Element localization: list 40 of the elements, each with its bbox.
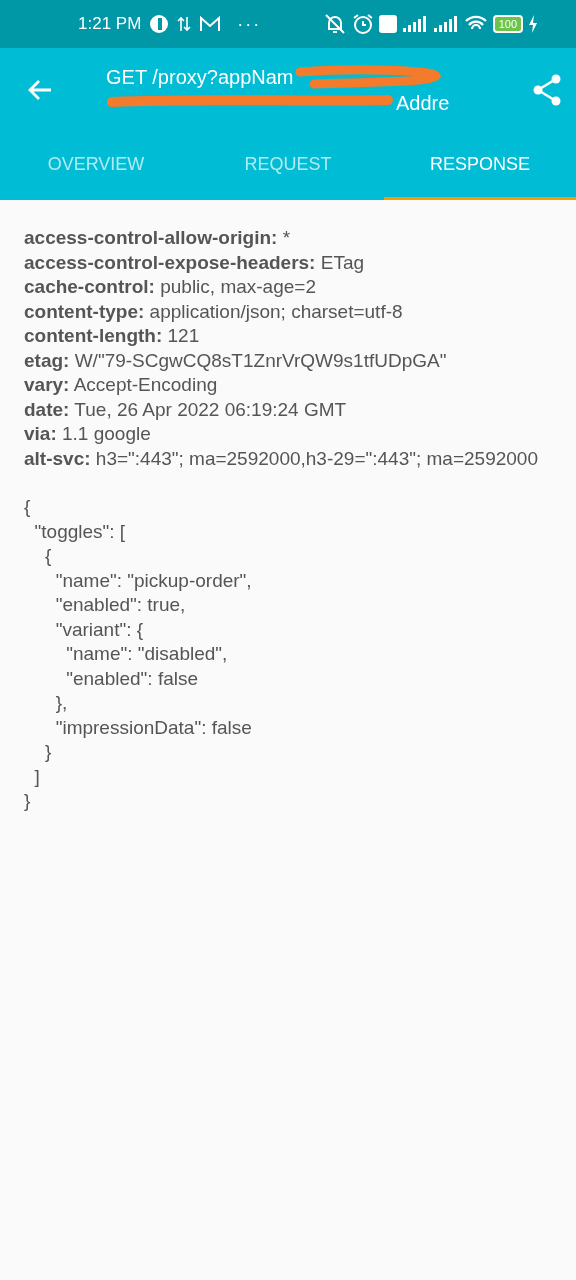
json-line: { [44,544,53,568]
tab[interactable]: RESPONSE [384,132,576,200]
app-notification-icon [149,14,170,34]
header-line: via: 1.1 google [24,422,152,446]
header-line: content-type: application/json; charset=utf-8 [24,299,404,324]
signal-icon [401,15,428,33]
data-transfer-icon [177,15,192,33]
muted-bell-icon [322,13,347,35]
header-line: content-length: 121 [24,324,201,348]
tab[interactable]: REQUEST [192,132,384,200]
mail-icon [199,15,222,33]
share-icon[interactable] [532,74,562,106]
header-line: etag: W/"79-SCgwCQ8sT1ZnrVrQW9s1tfUDpGA" [24,348,448,373]
json-line: "name": "disabled", [65,642,229,666]
json-line: "impressionData": false [54,715,253,740]
json-line: }, [54,691,69,715]
json-line: "toggles": [ [33,519,127,544]
header-line: cache-control: public, max-age=2 [24,275,317,299]
header-line: access-control-allow-origin: * [24,226,292,250]
json-line: { [24,495,32,519]
header-line: vary: Accept-Encoding [24,373,219,397]
json-line: "enabled": true, [54,593,187,617]
tab[interactable]: OVERVIEW [0,132,192,200]
request-title: Addre [396,91,450,116]
more-notifications: ··· [237,13,262,35]
json-line: "name": "pickup-order", [54,568,253,593]
alarm-icon [351,13,374,35]
header-line: access-control-expose-headers: ETag [24,250,366,275]
charging-icon [528,15,538,33]
request-title: GET /proxy?appNam [106,65,294,90]
header-line: alt-svc: h3=":443"; ma=2592000,h3-29=":443"; ma=2592000 [24,446,539,471]
json-line: "enabled": false [65,666,200,691]
json-line: ] [33,764,41,789]
json-line: "variant": { [54,617,145,642]
signal-icon [432,15,459,33]
json-line: } [24,789,32,813]
json-line: } [44,740,53,764]
battery-indicator: 100 [492,15,523,33]
status-time: 1:21 PM [78,14,142,34]
header-line: date: Tue, 26 Apr 2022 06:19:24 GMT [24,397,348,422]
